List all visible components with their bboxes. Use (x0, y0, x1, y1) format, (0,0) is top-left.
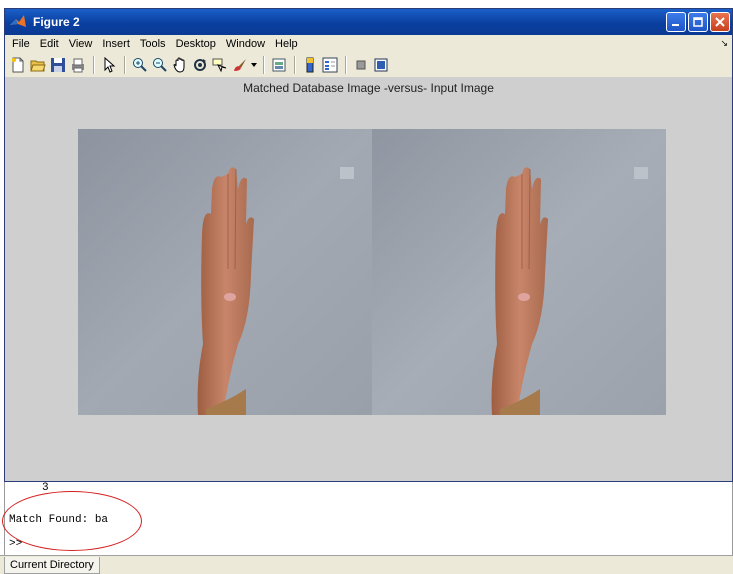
matlab-logo-icon (10, 15, 26, 27)
menu-window[interactable]: Window (221, 38, 270, 50)
data-cursor-button[interactable] (211, 56, 229, 74)
image-axes[interactable] (78, 129, 666, 415)
menu-edit[interactable]: Edit (35, 38, 64, 50)
zoom-out-button[interactable] (151, 56, 169, 74)
data-cursor-icon (212, 58, 227, 73)
zoom-in-button[interactable] (131, 56, 149, 74)
menu-view[interactable]: View (64, 38, 98, 50)
plot-title: Matched Database Image -versus- Input Im… (243, 81, 494, 95)
hide-plot-tools-icon (356, 60, 366, 70)
window-title: Figure 2 (33, 15, 80, 29)
figure-window: Figure 2 File Edit View Insert Tools Des… (4, 8, 733, 482)
hide-plot-tools-button[interactable] (352, 56, 370, 74)
highlight-circle (2, 491, 142, 551)
menu-tools[interactable]: Tools (135, 38, 171, 50)
colorbar-icon (306, 57, 314, 73)
brush-dropdown[interactable] (251, 56, 257, 74)
menu-help[interactable]: Help (270, 38, 303, 50)
menu-desktop[interactable]: Desktop (171, 38, 221, 50)
zoom-in-icon (133, 58, 147, 72)
dock-figure-icon[interactable]: ↘ (720, 38, 728, 49)
maximize-button[interactable] (688, 12, 708, 32)
toolbar-separator (294, 56, 295, 74)
show-plot-tools-icon (374, 58, 388, 72)
new-figure-icon (12, 57, 24, 73)
save-icon (51, 58, 65, 72)
menu-file[interactable]: File (7, 38, 35, 50)
title-bar[interactable]: Figure 2 (5, 9, 732, 35)
output-line: 3 (9, 482, 49, 494)
edit-plot-button[interactable] (100, 56, 118, 74)
figure-canvas: Matched Database Image -versus- Input Im… (5, 77, 732, 481)
minimize-icon (672, 24, 679, 26)
show-plot-tools-button[interactable] (372, 56, 390, 74)
pan-icon (173, 57, 185, 73)
print-icon (72, 58, 84, 73)
chevron-down-icon (251, 63, 257, 67)
save-button[interactable] (49, 56, 67, 74)
colorbar-button[interactable] (301, 56, 319, 74)
brush-icon (234, 59, 246, 71)
close-icon (715, 17, 725, 27)
figure-toolbar (5, 53, 732, 78)
menu-insert[interactable]: Insert (97, 38, 135, 50)
link-plot-icon (272, 58, 286, 72)
pan-button[interactable] (171, 56, 189, 74)
toolbar-separator (263, 56, 264, 74)
new-figure-button[interactable] (9, 56, 27, 74)
toolbar-separator (93, 56, 94, 74)
open-file-icon (30, 60, 46, 72)
input-image (372, 129, 666, 415)
print-button[interactable] (69, 56, 87, 74)
rotate-3d-button[interactable] (191, 56, 209, 74)
link-plot-button[interactable] (270, 56, 288, 74)
legend-icon (322, 57, 338, 73)
toolbar-separator (124, 56, 125, 74)
zoom-out-icon (153, 58, 167, 72)
command-window[interactable]: 3 Match Found: ba >> (2, 482, 733, 555)
close-button[interactable] (710, 12, 730, 32)
status-bar: Current Directory (0, 555, 733, 574)
toolbar-separator (345, 56, 346, 74)
menu-bar: File Edit View Insert Tools Desktop Wind… (5, 35, 732, 53)
legend-button[interactable] (321, 56, 339, 74)
rotate-3d-icon (194, 59, 206, 71)
maximize-icon (693, 17, 703, 27)
minimize-button[interactable] (666, 12, 686, 32)
brush-button[interactable] (231, 56, 249, 74)
pointer-icon (104, 57, 116, 73)
open-file-button[interactable] (29, 56, 47, 74)
matched-database-image (78, 129, 372, 415)
current-directory-tab[interactable]: Current Directory (4, 557, 100, 574)
